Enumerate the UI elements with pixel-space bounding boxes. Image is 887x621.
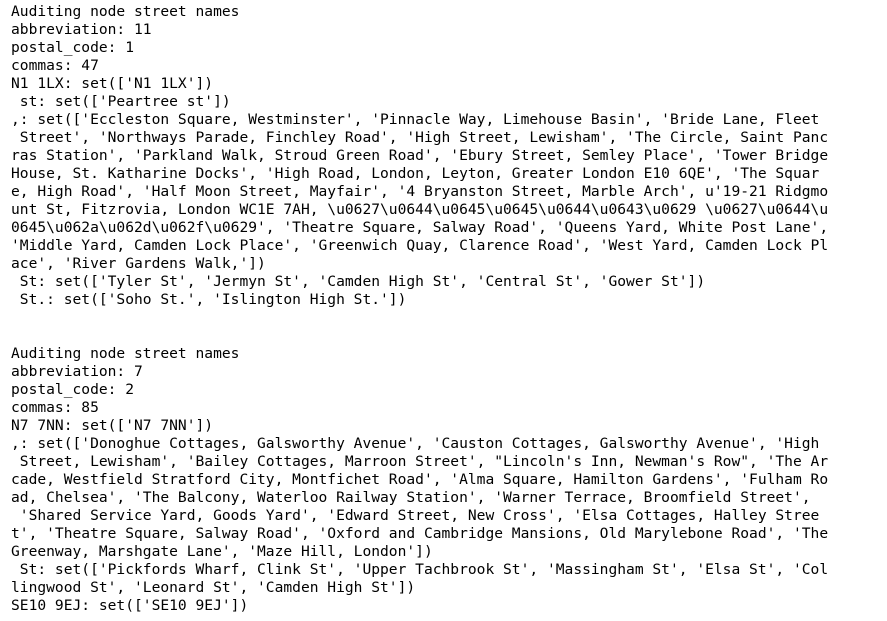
output-line: cade, Westfield Stratford City, Montfich… <box>11 471 829 488</box>
output-line: st: set(['Peartree st']) <box>11 93 231 110</box>
output-line: 'Shared Service Yard, Goods Yard', 'Edwa… <box>11 507 820 524</box>
output-line: Auditing node street names <box>11 345 240 362</box>
output-line: lingwood St', 'Leonard St', 'Camden High… <box>11 579 416 596</box>
output-line: ad, Chelsea', 'The Balcony, Waterloo Rai… <box>11 489 811 506</box>
block-separator <box>11 309 887 345</box>
output-line: Auditing node street names <box>11 3 240 20</box>
output-line: Greenway, Marshgate Lane', 'Maze Hill, L… <box>11 543 433 560</box>
output-line: commas: 85 <box>11 399 99 416</box>
output-line: ace', 'River Gardens Walk,']) <box>11 255 266 272</box>
output-line: ras Station', 'Parkland Walk, Stroud Gre… <box>11 147 829 164</box>
output-line: Street', 'Northways Parade, Finchley Roa… <box>11 129 829 146</box>
output-line: St: set(['Tyler St', 'Jermyn St', 'Camde… <box>11 273 706 290</box>
audit-output-block-1: Auditing node street names abbreviation:… <box>11 3 887 309</box>
audit-output-block-2: Auditing node street names abbreviation:… <box>11 345 887 615</box>
output-line: N7 7NN: set(['N7 7NN']) <box>11 417 214 434</box>
output-line: commas: 47 <box>11 57 99 74</box>
output-line: House, St. Katharine Docks', 'High Road,… <box>11 165 820 182</box>
output-line: 'Middle Yard, Camden Lock Place', 'Green… <box>11 237 829 254</box>
output-line: N1 1LX: set(['N1 1LX']) <box>11 75 214 92</box>
output-line: Street, Lewisham', 'Bailey Cottages, Mar… <box>11 453 829 470</box>
output-line: unt St, Fitzrovia, London WC1E 7AH, \u06… <box>11 201 829 218</box>
output-line: St: set(['Pickfords Wharf, Clink St', 'U… <box>11 561 829 578</box>
output-line: SE10 9EJ: set(['SE10 9EJ']) <box>11 597 249 614</box>
output-line: postal_code: 2 <box>11 381 135 398</box>
output-line: 0645\u062a\u062d\u062f\u0629', 'Theatre … <box>11 219 829 236</box>
output-line: St.: set(['Soho St.', 'Islington High St… <box>11 291 407 308</box>
output-line: abbreviation: 11 <box>11 21 152 38</box>
console-output: Auditing node street names abbreviation:… <box>11 3 887 615</box>
output-line: ,: set(['Donoghue Cottages, Galsworthy A… <box>11 435 820 452</box>
output-line: ,: set(['Eccleston Square, Westminster',… <box>11 111 820 128</box>
output-line: postal_code: 1 <box>11 39 135 56</box>
output-line: abbreviation: 7 <box>11 363 143 380</box>
output-line: t', 'Theatre Square, Salway Road', 'Oxfo… <box>11 525 829 542</box>
output-line: e, High Road', 'Half Moon Street, Mayfai… <box>11 183 829 200</box>
